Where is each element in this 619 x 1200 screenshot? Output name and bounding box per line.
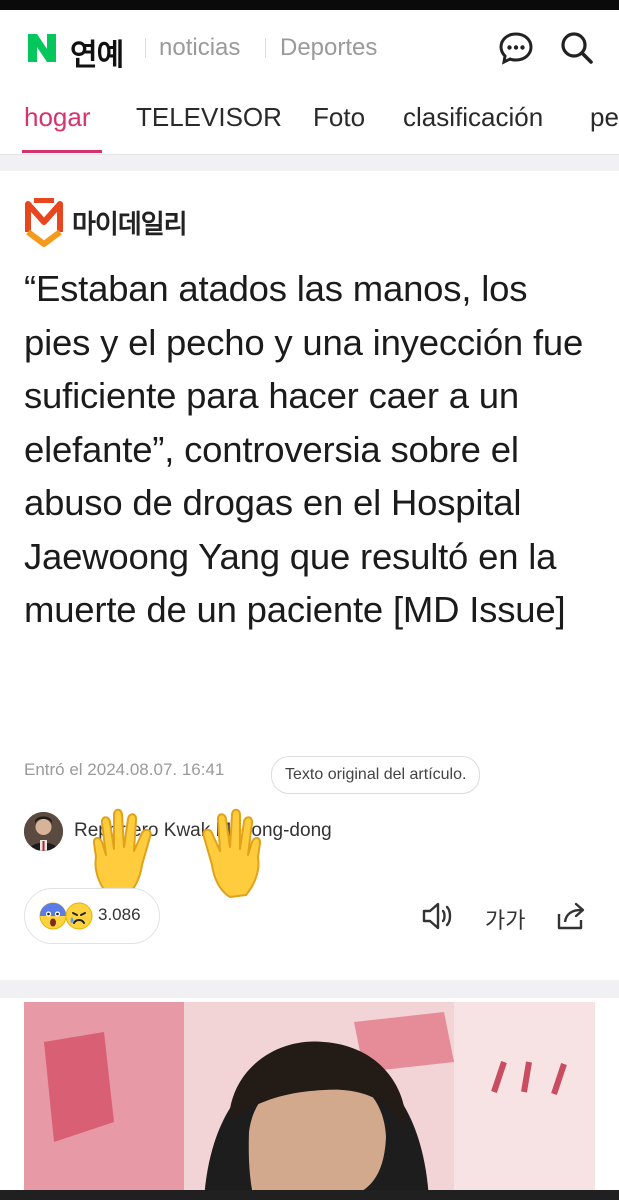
tab-clasificacion[interactable]: clasificación xyxy=(403,102,543,133)
active-tab-indicator xyxy=(22,150,102,153)
section-divider xyxy=(0,154,619,171)
reporter-avatar xyxy=(24,812,63,851)
tab-televisor[interactable]: TELEVISOR xyxy=(136,102,282,133)
share-icon[interactable] xyxy=(553,898,589,934)
category-tabs: hogar TELEVISOR Foto clasificación pe xyxy=(0,84,619,154)
reaction-count: 3.086 xyxy=(98,905,141,924)
nav-link-deportes[interactable]: Deportes xyxy=(280,34,377,62)
font-size-button[interactable]: 가가 xyxy=(485,903,525,935)
search-icon[interactable] xyxy=(557,28,597,68)
system-navigation-bar xyxy=(0,1190,619,1200)
article-headline: “Estaban atados las manos, los pies y el… xyxy=(24,268,584,630)
tab-hogar[interactable]: hogar xyxy=(24,102,91,133)
press-logo[interactable]: 마이데일리 xyxy=(24,192,188,248)
chat-bubble-icon[interactable] xyxy=(496,28,536,68)
article-photo[interactable] xyxy=(24,1002,595,1200)
status-bar xyxy=(0,0,619,10)
divider xyxy=(145,38,146,58)
article-photo-image xyxy=(24,1002,595,1200)
tab-more[interactable]: pe xyxy=(590,102,619,133)
divider xyxy=(265,38,266,58)
speaker-icon[interactable] xyxy=(420,898,456,934)
nav-link-noticias[interactable]: noticias xyxy=(159,34,240,62)
tab-foto[interactable]: Foto xyxy=(313,102,365,133)
section-divider xyxy=(0,980,619,998)
section-brand[interactable]: 연예 xyxy=(70,30,124,74)
original-article-button[interactable]: Texto original del artículo. xyxy=(271,756,481,794)
naver-n-logo[interactable] xyxy=(26,32,58,64)
published-date: Entró el 2024.08.07. 16:41 xyxy=(24,760,225,779)
reaction-button[interactable]: 3.086 xyxy=(24,888,160,944)
raised-hand-emoji-icon xyxy=(202,808,262,898)
top-header: 연예 noticias Deportes xyxy=(0,10,619,84)
press-name: 마이데일리 xyxy=(72,209,188,239)
mydaily-logo-icon xyxy=(25,198,63,247)
surprised-sad-emoji-icon xyxy=(39,902,93,930)
